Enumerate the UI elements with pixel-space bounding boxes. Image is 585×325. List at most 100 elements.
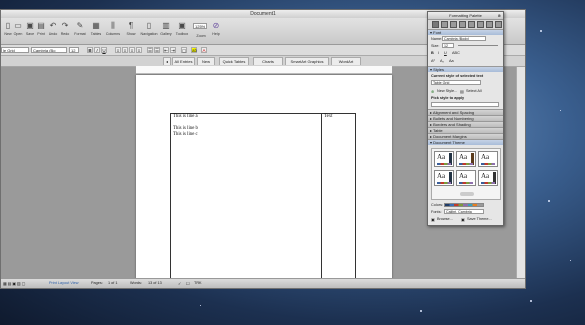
styles-section-header[interactable]: ▾ Styles <box>428 66 503 72</box>
trk-label[interactable]: TRK <box>194 281 202 285</box>
show-button[interactable]: ¶ Show <box>125 21 137 43</box>
settings-icon[interactable] <box>495 21 502 28</box>
new-style-button[interactable]: New Style... <box>437 89 457 93</box>
reference-tools-icon[interactable] <box>468 21 475 28</box>
bold-button[interactable]: B <box>87 47 93 53</box>
undo-button[interactable]: ↶ Undo <box>47 21 59 43</box>
zoom-label: Zoom <box>196 34 206 38</box>
citations-icon[interactable] <box>450 21 457 28</box>
close-icon[interactable]: ⊗ <box>498 12 501 19</box>
cell-line-c[interactable]: This is line c <box>173 132 198 137</box>
undo-icon: ↶ <box>49 21 57 30</box>
subscript-button[interactable]: A₂ <box>440 59 444 63</box>
zoom-input[interactable]: 125% <box>193 23 207 29</box>
font-section-header[interactable]: ▾ Font <box>428 29 503 35</box>
superscript-button[interactable]: A² <box>431 59 435 63</box>
browse-button[interactable]: Browse... <box>437 217 453 221</box>
columns-button[interactable]: ⫼ Columns <box>105 21 121 43</box>
theme-fonts-field[interactable]: Calibri, Cambria <box>444 209 484 214</box>
italic-button[interactable]: I <box>94 47 100 53</box>
style-list[interactable] <box>431 102 499 107</box>
vertical-scrollbar[interactable] <box>516 67 525 281</box>
palette-strikethrough-button[interactable]: ABC <box>452 51 460 55</box>
align-center-button[interactable]: ≡ <box>122 47 128 53</box>
theme-thumb[interactable]: Aa <box>456 170 476 186</box>
help-button[interactable]: ⊘ Help <box>210 21 222 43</box>
star <box>420 310 422 312</box>
theme-section-label: Document Theme <box>433 140 465 145</box>
spelling-icon[interactable]: ✓ <box>178 281 181 286</box>
increase-indent-button[interactable]: ⇥ <box>170 47 176 53</box>
theme-colors-swatch[interactable] <box>444 203 484 207</box>
cell-text-right[interactable]: Text <box>324 114 332 119</box>
theme-color-bars <box>437 182 451 184</box>
gallery-arrow-icon[interactable]: ◂ <box>163 57 171 65</box>
theme-page-indicator[interactable] <box>460 192 474 196</box>
document-page[interactable]: This is line a This is line b This is li… <box>136 75 392 287</box>
table-right-border <box>355 113 356 287</box>
theme-color-bars <box>481 163 495 165</box>
tab-quick-tables[interactable]: Quick Tables <box>219 57 249 65</box>
palette-italic-button[interactable]: I <box>438 51 439 55</box>
theme-section-header[interactable]: ▾ Document Theme <box>428 139 503 145</box>
navigation-label: Navigation <box>140 32 158 36</box>
cell-line-a[interactable]: This is line a <box>173 114 198 119</box>
small-caps-button[interactable]: Aa <box>449 59 454 63</box>
toolbox-button[interactable]: ▣ Toolbox <box>174 21 190 43</box>
borders-button[interactable]: ▢ <box>181 47 187 53</box>
theme-sample-text: Aa <box>459 172 468 180</box>
object-palette-icon[interactable] <box>441 21 448 28</box>
palette-underline-button[interactable]: U <box>444 51 447 55</box>
zoom-button[interactable]: Zoom <box>194 32 208 43</box>
underline-button[interactable]: U <box>101 47 107 53</box>
print-button[interactable]: ▤ Print <box>35 21 47 43</box>
bullets-button[interactable]: ☰ <box>147 47 153 53</box>
star <box>560 110 561 111</box>
size-slider[interactable] <box>458 45 498 46</box>
font-color-button[interactable]: A <box>201 47 207 53</box>
formatting-palette-icon[interactable] <box>432 21 439 28</box>
view-buttons[interactable]: ▦ ▤ ▣ ▥ ▢ <box>3 281 25 286</box>
navigation-icon: ▯ <box>146 21 152 30</box>
tab-new[interactable]: New <box>197 57 215 65</box>
redo-button[interactable]: ↷ Redo <box>59 21 71 43</box>
font-size-select[interactable]: 12 <box>69 47 79 53</box>
tab-charts[interactable]: Charts <box>253 57 283 65</box>
theme-thumb[interactable]: Aa <box>434 151 454 167</box>
numbering-button[interactable]: ☰ <box>154 47 160 53</box>
open-button[interactable]: ▭ Open <box>12 21 24 43</box>
align-left-button[interactable]: ≡ <box>115 47 121 53</box>
font-name-select[interactable]: Cambria (Bo <box>31 47 67 53</box>
format-button[interactable]: ✎ Format <box>73 21 87 43</box>
theme-thumb[interactable]: Aa <box>478 170 498 186</box>
palette-font-size[interactable]: 12 <box>442 43 454 48</box>
theme-thumb[interactable]: Aa <box>456 151 476 167</box>
palette-bold-button[interactable]: B <box>431 51 434 55</box>
gallery-button[interactable]: ▥ Gallery <box>159 21 173 43</box>
palette-font-name[interactable]: Cambria (Body) <box>442 36 486 41</box>
tab-all-entries[interactable]: All Entries <box>172 57 195 65</box>
highlight-button[interactable]: ab <box>191 47 197 53</box>
save-theme-button[interactable]: Save Theme... <box>467 217 492 221</box>
help-label: Help <box>212 32 220 36</box>
tab-wordart[interactable]: WordArt <box>331 57 361 65</box>
select-all-button[interactable]: Select All <box>466 89 482 93</box>
compatibility-icon[interactable] <box>477 21 484 28</box>
track-changes-icon[interactable]: ☐ <box>186 281 189 286</box>
tables-button[interactable]: ▦ Tables <box>89 21 103 43</box>
star <box>200 305 201 306</box>
justify-button[interactable]: ≡ <box>136 47 142 53</box>
tab-smartart[interactable]: SmartArt Graphics <box>285 57 329 65</box>
browse-icon: ▣ <box>431 218 435 222</box>
style-select[interactable]: le Grid <box>1 47 29 53</box>
scrapbook-icon[interactable] <box>459 21 466 28</box>
theme-thumb[interactable]: Aa <box>434 170 454 186</box>
align-right-button[interactable]: ≡ <box>129 47 135 53</box>
cell-line-b[interactable]: This is line b <box>173 126 198 131</box>
project-palette-icon[interactable] <box>486 21 493 28</box>
theme-thumb[interactable]: Aa <box>478 151 498 167</box>
horizontal-ruler[interactable] <box>136 66 392 74</box>
current-style-field[interactable]: Table Grid <box>431 80 481 85</box>
decrease-indent-button[interactable]: ⇤ <box>163 47 169 53</box>
navigation-button[interactable]: ▯ Navigation <box>139 21 159 43</box>
